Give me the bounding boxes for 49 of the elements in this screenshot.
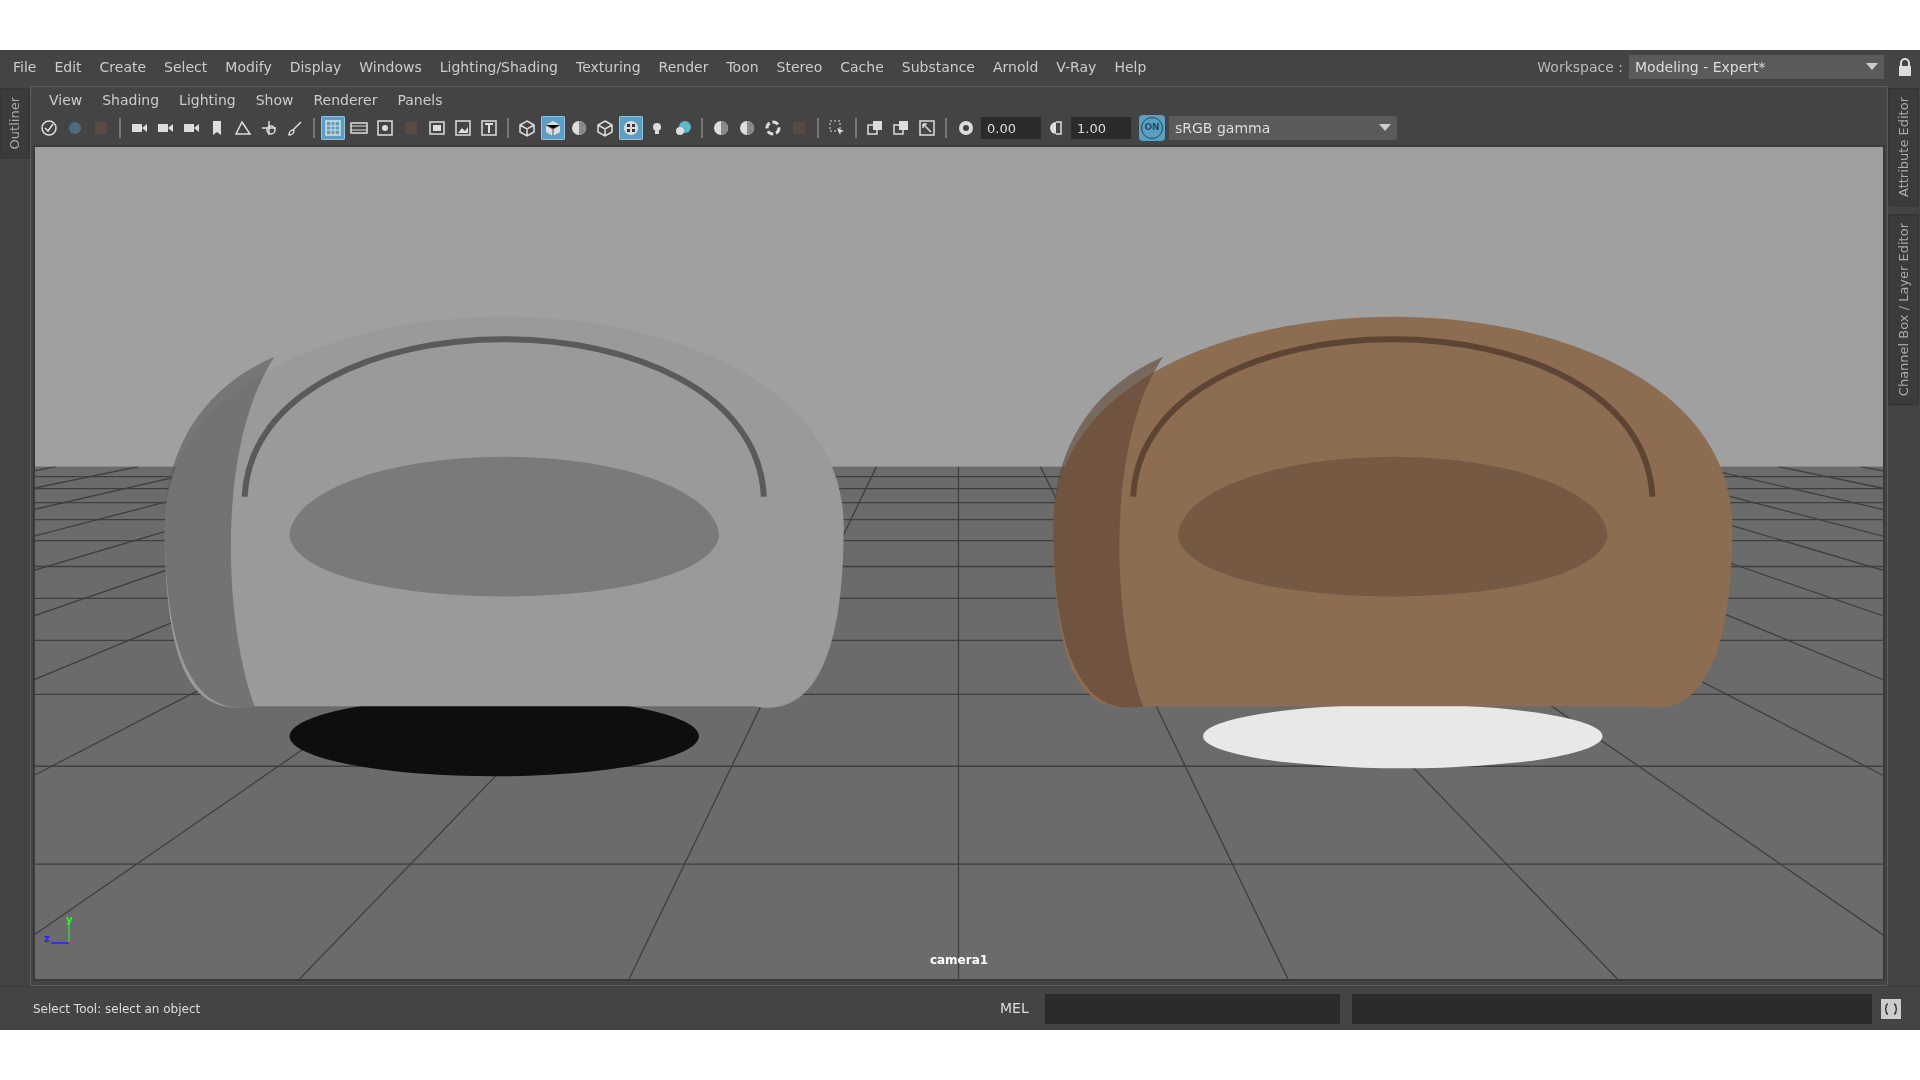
menu-item[interactable]: File (4, 56, 46, 78)
panel-tab[interactable]: Channel Box / Layer Editor (1889, 214, 1919, 406)
menu-item[interactable]: Windows (350, 56, 431, 78)
caret-icon (1866, 63, 1878, 71)
script-editor-icon[interactable] (1880, 997, 1902, 1020)
panel-tab[interactable]: Outliner (0, 88, 30, 159)
workspace-label: Workspace : (1537, 57, 1623, 77)
menu-item[interactable]: Lighting (169, 89, 246, 111)
color-management-toggle[interactable]: ON (1139, 115, 1165, 141)
menu-item[interactable]: Edit (45, 56, 91, 78)
armchair-drawing[interactable] (1053, 316, 1733, 769)
menu-item[interactable]: Select (155, 56, 217, 78)
exposure-field[interactable]: 0.00 (981, 117, 1041, 139)
menu-item[interactable]: Stereo (767, 56, 832, 78)
caret-icon (1379, 124, 1391, 132)
panel-tab[interactable]: Attribute Editor (1889, 88, 1919, 206)
menu-item[interactable]: Lighting/Shading (430, 56, 567, 78)
menu-item[interactable]: Substance (892, 56, 984, 78)
workspace-dropdown[interactable]: Modeling - Expert* (1629, 55, 1884, 79)
menu-item[interactable]: Help (1105, 56, 1156, 78)
menu-item[interactable]: Toon (717, 56, 768, 78)
menu-item[interactable]: View (39, 89, 93, 111)
menu-item[interactable]: V-Ray (1047, 56, 1106, 78)
menu-item[interactable]: Texturing (567, 56, 650, 78)
view-transform-dropdown[interactable]: sRGB gamma (1169, 116, 1397, 140)
command-language[interactable]: MEL (1000, 998, 1045, 1019)
menu-item[interactable]: Display (280, 56, 351, 78)
status-message: Select Tool: select an object (32, 1000, 202, 1018)
gamma-field[interactable]: 1.00 (1071, 117, 1131, 139)
3d-viewport[interactable]: y z camera1 (33, 145, 1885, 981)
menu-item[interactable]: Shading (92, 89, 170, 111)
menu-item[interactable]: Show (245, 89, 304, 111)
menu-item[interactable]: Arnold (984, 56, 1048, 78)
menu-item[interactable]: Renderer (303, 89, 388, 111)
aperture-icon[interactable] (957, 119, 975, 137)
menu-item[interactable]: Render (649, 56, 718, 78)
command-field[interactable] (1045, 993, 1340, 1024)
menu-item[interactable]: Panels (387, 89, 453, 111)
menu-item[interactable]: Cache (831, 56, 893, 78)
gamma-icon[interactable] (1047, 119, 1065, 137)
camera-name: camera1 (929, 952, 989, 969)
cube-icon[interactable] (541, 116, 565, 140)
lock-icon[interactable] (1898, 58, 1912, 76)
command-output-field[interactable] (1352, 993, 1872, 1024)
menu-item[interactable]: Modify (216, 56, 281, 78)
checker-icon[interactable] (619, 116, 643, 140)
axis-indicator: y z (43, 915, 77, 949)
menu-item[interactable]: Create (90, 56, 156, 78)
armchair-drawing[interactable] (164, 316, 844, 777)
